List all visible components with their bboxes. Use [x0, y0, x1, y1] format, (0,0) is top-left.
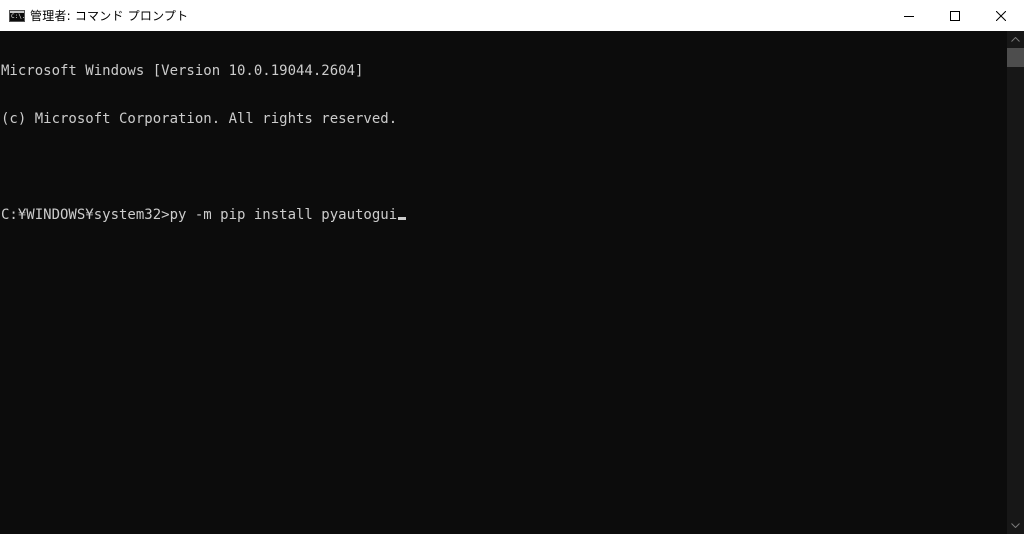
chevron-down-icon [1011, 523, 1020, 528]
console-line: Microsoft Windows [Version 10.0.19044.26… [1, 63, 364, 79]
vertical-scrollbar[interactable] [1007, 31, 1024, 534]
window-title: 管理者: コマンド プロンプト [30, 9, 189, 23]
scroll-down-button[interactable] [1007, 517, 1024, 534]
caption-buttons [886, 0, 1024, 31]
close-button[interactable] [978, 0, 1024, 31]
text-cursor [398, 217, 407, 220]
command-line[interactable]: C:¥WINDOWS¥system32>py -m pip install py… [0, 207, 1007, 223]
maximize-button[interactable] [932, 0, 978, 31]
cmd-icon[interactable]: C:\. [9, 9, 26, 22]
title-bar[interactable]: C:\. 管理者: コマンド プロンプト [0, 0, 1024, 31]
console-output[interactable]: Microsoft Windows [Version 10.0.19044.26… [0, 31, 1007, 534]
close-icon [996, 10, 1006, 21]
minimize-button[interactable] [886, 0, 932, 31]
console-line: (c) Microsoft Corporation. All rights re… [1, 111, 398, 127]
minimize-icon [904, 15, 914, 17]
command-prompt-window: C:\. 管理者: コマンド プロンプト Microsoft Windows [… [0, 0, 1024, 534]
chevron-up-icon [1011, 37, 1020, 42]
maximize-icon [950, 10, 960, 21]
scrollbar-thumb[interactable] [1007, 48, 1024, 67]
command-input-text: C:¥WINDOWS¥system32>py -m pip install py… [1, 207, 398, 223]
cmd-icon-glyph: C:\. [11, 12, 26, 20]
scroll-up-button[interactable] [1007, 31, 1024, 48]
